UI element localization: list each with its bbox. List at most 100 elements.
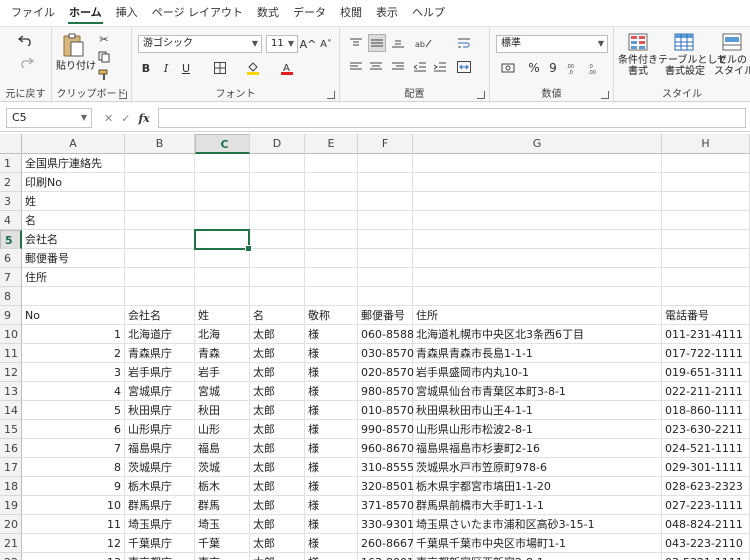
cell-B16[interactable]: 福島県庁 [125,439,195,458]
percent-button[interactable]: % [526,59,542,77]
cell-H16[interactable]: 024-521-1111 [662,439,750,458]
cell-H1[interactable] [662,154,750,173]
cell-E15[interactable]: 様 [305,420,358,439]
cell-H21[interactable]: 043-223-2110 [662,534,750,553]
cell-C15[interactable]: 山形 [195,420,250,439]
cell-H11[interactable]: 017-722-1111 [662,344,750,363]
cell-A16[interactable]: 7 [22,439,125,458]
cell-H19[interactable]: 027-223-1111 [662,496,750,515]
column-header-G[interactable]: G [413,134,662,154]
cell-G2[interactable] [413,173,662,192]
cell-D7[interactable] [250,268,305,287]
cell-H10[interactable]: 011-231-4111 [662,325,750,344]
cell-C10[interactable]: 北海 [195,325,250,344]
row-header[interactable]: 13 [0,382,22,401]
column-header-A[interactable]: A [22,134,125,154]
cell-B1[interactable] [125,154,195,173]
row-header[interactable]: 3 [0,192,22,211]
cell-E8[interactable] [305,287,358,306]
align-middle-icon[interactable] [368,34,386,52]
cell-G11[interactable]: 青森県青森市長島1-1-1 [413,344,662,363]
cell-H22[interactable]: 03-5321-1111 [662,553,750,560]
row-header[interactable]: 6 [0,249,22,268]
cell-E2[interactable] [305,173,358,192]
decrease-indent-icon[interactable] [412,59,428,75]
cell-F5[interactable] [358,230,413,249]
cell-H12[interactable]: 019-651-3111 [662,363,750,382]
cell-D1[interactable] [250,154,305,173]
cell-E21[interactable]: 様 [305,534,358,553]
cell-B22[interactable]: 東京都庁 [125,553,195,560]
cell-B6[interactable] [125,249,195,268]
cell-H7[interactable] [662,268,750,287]
cell-A10[interactable]: 1 [22,325,125,344]
enter-icon[interactable]: ✓ [121,112,130,125]
cell-B7[interactable] [125,268,195,287]
cell-B3[interactable] [125,192,195,211]
undo-icon[interactable] [14,31,38,49]
cell-D15[interactable]: 太郎 [250,420,305,439]
cell-G19[interactable]: 群馬県前橋市大手町1-1-1 [413,496,662,515]
cell-A13[interactable]: 4 [22,382,125,401]
font-size-select[interactable]: 11 ▼ [266,35,298,53]
cell-D18[interactable]: 太郎 [250,477,305,496]
cell-C20[interactable]: 埼玉 [195,515,250,534]
merge-center-icon[interactable] [456,59,472,75]
cell-H20[interactable]: 048-824-2111 [662,515,750,534]
cell-A19[interactable]: 10 [22,496,125,515]
cell-H15[interactable]: 023-630-2211 [662,420,750,439]
cell-G21[interactable]: 千葉県千葉市中央区市場町1-1 [413,534,662,553]
cell-D22[interactable]: 太郎 [250,553,305,560]
column-header-E[interactable]: E [305,134,358,154]
increase-indent-icon[interactable] [432,59,448,75]
cell-H9[interactable]: 電話番号 [662,306,750,325]
cell-F9[interactable]: 郵便番号 [358,306,413,325]
number-format-select[interactable]: 標準 ▼ [496,35,608,53]
cell-E5[interactable] [305,230,358,249]
cell-D21[interactable]: 太郎 [250,534,305,553]
cell-G22[interactable]: 東京都新宿区西新宿2-8-1 [413,553,662,560]
cell-D14[interactable]: 太郎 [250,401,305,420]
cell-C1[interactable] [195,154,250,173]
cell-D5[interactable] [250,230,305,249]
cell-C5[interactable] [195,230,250,249]
cell-C21[interactable]: 千葉 [195,534,250,553]
cell-E18[interactable]: 様 [305,477,358,496]
cell-G9[interactable]: 住所 [413,306,662,325]
cell-A5[interactable]: 会社名 [22,230,125,249]
cell-C18[interactable]: 栃木 [195,477,250,496]
cell-C17[interactable]: 茨城 [195,458,250,477]
cell-C22[interactable]: 東京 [195,553,250,560]
align-right-icon[interactable] [390,59,406,75]
cell-F10[interactable]: 060-8588 [358,325,414,344]
cell-G12[interactable]: 岩手県盛岡市内丸10-1 [413,363,662,382]
cell-H13[interactable]: 022-211-2111 [662,382,750,401]
column-header-H[interactable]: H [662,134,750,154]
cell-C7[interactable] [195,268,250,287]
align-top-icon[interactable] [348,35,364,51]
cell-C8[interactable] [195,287,250,306]
cell-H8[interactable] [662,287,750,306]
cell-A12[interactable]: 3 [22,363,125,382]
cell-C12[interactable]: 岩手 [195,363,250,382]
cell-E1[interactable] [305,154,358,173]
cell-F7[interactable] [358,268,413,287]
cell-G3[interactable] [413,192,662,211]
tab-2[interactable]: 挿入 [109,0,145,26]
copy-icon[interactable] [96,49,112,65]
cell-F2[interactable] [358,173,413,192]
cell-D2[interactable] [250,173,305,192]
cell-F11[interactable]: 030-8570 [358,344,414,363]
decrease-decimal-icon[interactable]: .0.00 [586,59,604,77]
tab-7[interactable]: 表示 [369,0,405,26]
cell-H17[interactable]: 029-301-1111 [662,458,750,477]
cell-B8[interactable] [125,287,195,306]
redo-icon[interactable] [14,53,38,71]
cell-H18[interactable]: 028-623-2323 [662,477,750,496]
cell-A8[interactable] [22,287,125,306]
align-center-icon[interactable] [368,59,384,75]
accounting-icon[interactable] [498,59,520,77]
cell-A4[interactable]: 名 [22,211,125,230]
cell-A18[interactable]: 9 [22,477,125,496]
cell-G17[interactable]: 茨城県水戸市笠原町978-6 [413,458,662,477]
